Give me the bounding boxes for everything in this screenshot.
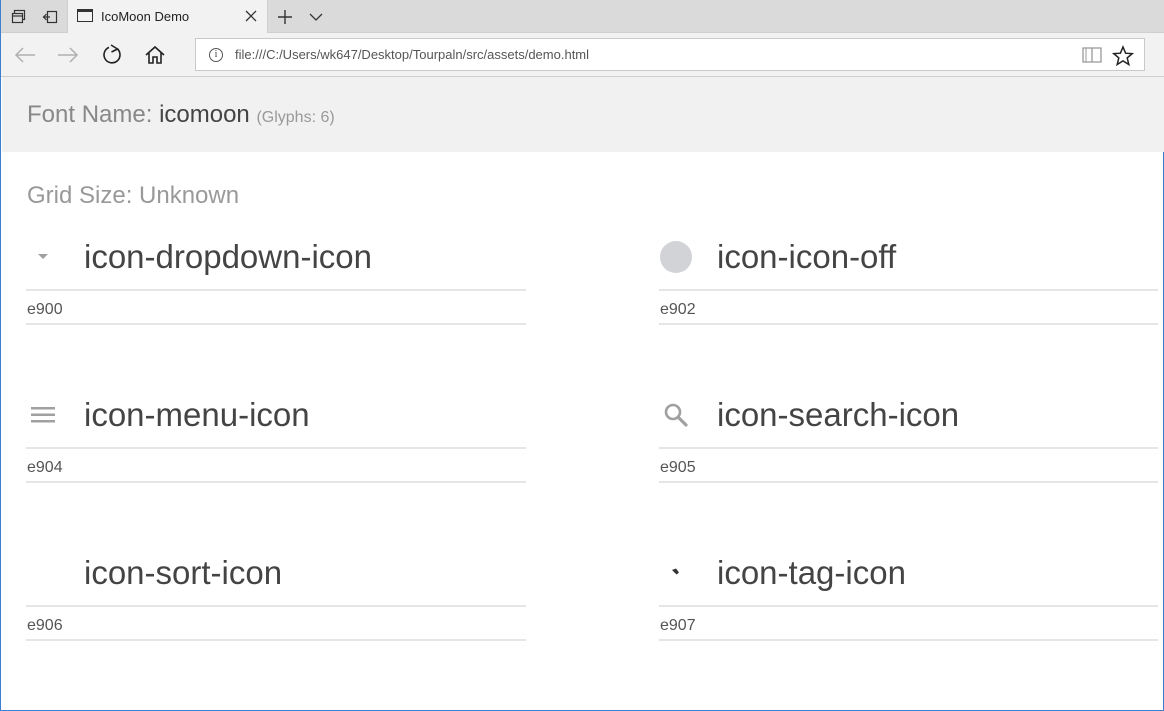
tab-title: IcoMoon Demo (101, 9, 190, 24)
glyph-item: icon-icon-off e902 (659, 232, 1158, 332)
tag-icon (659, 556, 693, 590)
favorite-star-icon[interactable] (1111, 45, 1135, 67)
divider (26, 323, 526, 325)
divider (659, 323, 1158, 325)
glyph-code: e907 (660, 617, 696, 634)
glyph-code: e905 (660, 459, 696, 476)
glyph-name: icon-menu-icon (84, 396, 310, 433)
back-arrow-icon[interactable] (9, 39, 41, 71)
address-bar[interactable]: i file:///C:/Users/wk647/Desktop/Tourpal… (195, 38, 1145, 71)
tab-strip: IcoMoon Demo (1, 0, 1164, 34)
divider (659, 289, 1158, 291)
new-tab-icon[interactable] (269, 0, 301, 33)
font-title: Font Name: icomoon (Glyphs: 6) (27, 101, 335, 129)
glyph-code: e906 (27, 617, 63, 634)
glyph-code: e900 (27, 301, 63, 318)
divider (26, 481, 526, 483)
glyph-item: icon-sort-icon e906 (26, 548, 526, 648)
circle-off-icon (659, 240, 693, 274)
glyph-item: icon-tag-icon e907 (659, 548, 1158, 648)
glyph-name: icon-sort-icon (84, 554, 283, 591)
refresh-icon[interactable] (96, 39, 128, 71)
tab-preview-chevron-down-icon[interactable] (300, 0, 332, 33)
forward-arrow-icon[interactable] (52, 39, 84, 71)
glyph-count: (Glyphs: 6) (256, 109, 335, 126)
hamburger-menu-icon (26, 398, 60, 432)
glyph-name: icon-icon-off (717, 238, 897, 275)
font-header: Font Name: icomoon (Glyphs: 6) (2, 77, 1164, 152)
glyph-item: icon-dropdown-icon e900 (26, 232, 526, 332)
divider (26, 447, 526, 449)
close-tab-icon[interactable] (243, 8, 259, 24)
navigation-bar: i file:///C:/Users/wk647/Desktop/Tourpal… (1, 33, 1164, 77)
glyph-name: icon-search-icon (717, 396, 960, 433)
tabs-aside-icon[interactable] (34, 0, 66, 33)
browser-window: IcoMoon Demo i file:///C:/Users/wk647/De… (0, 0, 1164, 711)
font-name-label: Font Name: (27, 101, 153, 128)
divider (26, 605, 526, 607)
divider (659, 447, 1158, 449)
url-text[interactable]: file:///C:/Users/wk647/Desktop/Tourpaln/… (235, 47, 589, 62)
glyph-name: icon-dropdown-icon (84, 238, 372, 275)
divider (659, 481, 1158, 483)
grid-size-label: Grid Size: Unknown (27, 182, 240, 209)
glyph-item: icon-menu-icon e904 (26, 390, 526, 490)
magnifier-icon (659, 398, 693, 432)
info-icon[interactable]: i (209, 48, 223, 62)
divider (659, 605, 1158, 607)
home-icon[interactable] (139, 39, 171, 71)
glyph-item: icon-search-icon e905 (659, 390, 1158, 490)
divider (659, 639, 1158, 641)
divider (26, 639, 526, 641)
glyph-code: e902 (660, 301, 696, 318)
font-name: icomoon (159, 101, 250, 128)
tab-icomoon-demo[interactable]: IcoMoon Demo (67, 0, 268, 34)
blank-sort-icon (26, 556, 60, 590)
glyph-code: e904 (27, 459, 63, 476)
divider (26, 289, 526, 291)
glyph-name: icon-tag-icon (717, 554, 906, 591)
reading-view-icon[interactable] (1082, 46, 1102, 64)
page-favicon-icon (77, 9, 93, 22)
dropdown-caret-icon (26, 240, 60, 274)
set-tabs-aside-icon[interactable] (3, 0, 35, 33)
